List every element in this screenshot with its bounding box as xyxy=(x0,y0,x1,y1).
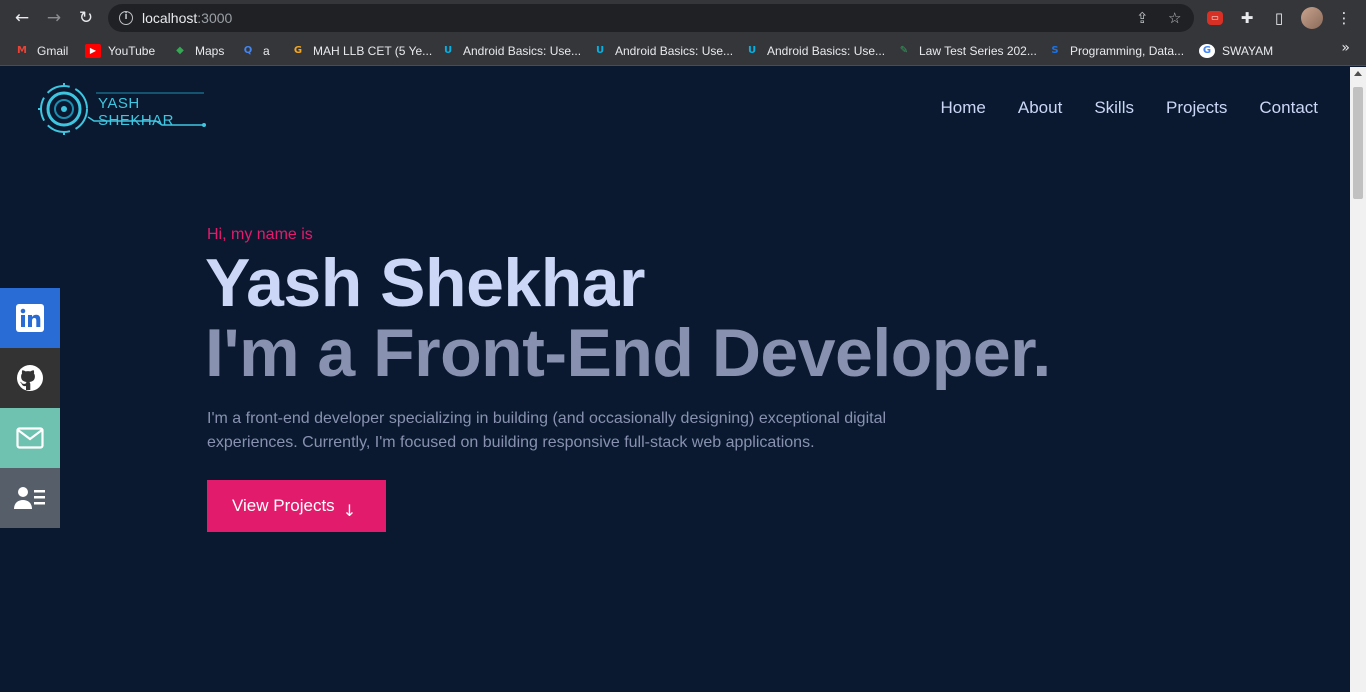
bookmark-law-test[interactable]: ✎ Law Test Series 202... xyxy=(896,42,1037,60)
resume-link[interactable] xyxy=(0,468,60,528)
bookmark-android-2[interactable]: U Android Basics: Use... xyxy=(592,42,733,60)
udacity-icon: U xyxy=(443,45,453,56)
forward-icon[interactable]: → xyxy=(44,8,64,28)
bookmark-maps[interactable]: ◆ Maps xyxy=(172,42,224,60)
bookmarks-bar: M Gmail ▶ YouTube ◆ Maps Qa G MAH LLB CET (5… xyxy=(0,36,1366,66)
side-panel-icon[interactable]: ▯ xyxy=(1269,8,1289,28)
hero-intro: I'm a front-end developer specializing i… xyxy=(207,410,887,451)
bookmark-gmail[interactable]: M Gmail xyxy=(14,42,68,60)
nav-skills[interactable]: Skills xyxy=(1094,98,1134,118)
view-projects-label: View Projects xyxy=(232,496,335,515)
hero-role: I'm a Front-End Developer. xyxy=(205,315,1051,391)
mail-icon xyxy=(16,427,44,449)
site-info-icon[interactable]: i xyxy=(119,11,133,25)
menu-kebab-icon[interactable]: ⋮ xyxy=(1334,8,1354,28)
hero-greeting: Hi, my name is xyxy=(207,226,313,243)
address-bar[interactable]: i localhost:3000 ⇪ ☆ xyxy=(108,4,1194,32)
udacity-icon: U xyxy=(747,45,757,56)
linkedin-link[interactable] xyxy=(0,288,60,348)
nav-home[interactable]: Home xyxy=(941,98,986,118)
udacity-icon: U xyxy=(595,45,605,56)
reload-icon[interactable]: ↻ xyxy=(76,8,96,28)
back-icon[interactable]: ← xyxy=(12,8,32,28)
law-icon: ✎ xyxy=(899,45,909,56)
nav-about[interactable]: About xyxy=(1018,98,1062,118)
programming-icon: S xyxy=(1051,45,1059,56)
scrollbar-thumb[interactable] xyxy=(1353,87,1363,199)
main-nav: Home About Skills Projects Contact xyxy=(941,98,1318,118)
bookmark-mah-llb[interactable]: G MAH LLB CET (5 Ye... xyxy=(290,42,432,60)
browser-toolbar: ← → ↻ i localhost:3000 ⇪ ☆ ▭ ✚ ▯ ⋮ xyxy=(0,0,1366,36)
bookmarks-overflow-icon[interactable]: » xyxy=(1341,40,1350,56)
view-projects-button[interactable]: View Projects ↓ xyxy=(207,480,386,532)
page-scrollbar[interactable] xyxy=(1350,67,1366,692)
bookmark-android-3[interactable]: U Android Basics: Use... xyxy=(744,42,885,60)
bookmark-star-icon[interactable]: ☆ xyxy=(1168,9,1181,27)
arrow-down-icon: ↓ xyxy=(342,500,357,520)
lens-icon: Q xyxy=(243,45,253,56)
youtube-icon: ▶ xyxy=(85,44,101,58)
google-icon: G xyxy=(1199,44,1215,58)
bookmark-youtube[interactable]: ▶ YouTube xyxy=(85,42,155,60)
bookmark-lens[interactable]: Qa xyxy=(240,42,270,60)
logo-text: YASH SHEKHAR xyxy=(98,95,175,129)
extensions-puzzle-icon[interactable]: ✚ xyxy=(1237,8,1257,28)
nav-contact[interactable]: Contact xyxy=(1259,98,1318,118)
extension-red-icon[interactable]: ▭ xyxy=(1207,11,1223,25)
url-text: localhost:3000 xyxy=(142,10,233,26)
share-icon[interactable]: ⇪ xyxy=(1136,9,1149,27)
github-link[interactable] xyxy=(0,348,60,408)
github-icon xyxy=(17,365,43,391)
portfolio-page: YASH SHEKHAR Home About Skills Projects … xyxy=(0,67,1350,692)
bookmark-android-1[interactable]: U Android Basics: Use... xyxy=(440,42,581,60)
gmail-icon: M xyxy=(17,45,27,56)
linkedin-icon xyxy=(16,304,44,332)
nav-projects[interactable]: Projects xyxy=(1166,98,1227,118)
profile-avatar[interactable] xyxy=(1301,7,1323,29)
email-link[interactable] xyxy=(0,408,60,468)
resume-icon xyxy=(14,487,45,509)
hero-name: Yash Shekhar xyxy=(205,245,646,321)
maps-icon: ◆ xyxy=(176,45,184,56)
scroll-up-icon[interactable] xyxy=(1354,71,1362,76)
bookmark-swayam[interactable]: G SWAYAM xyxy=(1199,42,1273,60)
site-logo[interactable]: YASH SHEKHAR xyxy=(36,81,208,137)
bookmark-programming[interactable]: S Programming, Data... xyxy=(1047,42,1184,60)
gradeup-icon: G xyxy=(293,45,303,56)
